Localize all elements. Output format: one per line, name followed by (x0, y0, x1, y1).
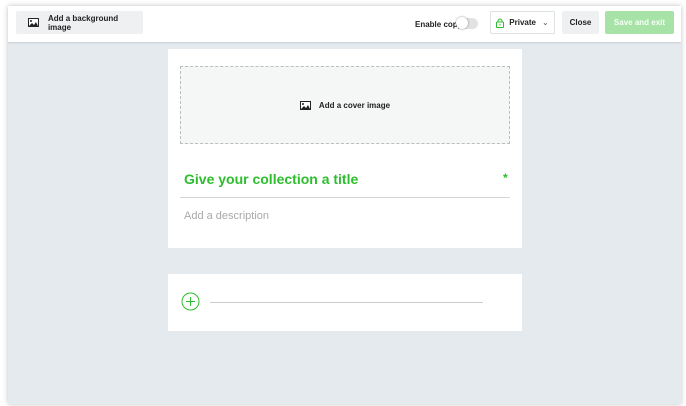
add-cover-image-dropzone[interactable]: Add a cover image (180, 66, 510, 144)
collection-title-input[interactable]: Give your collection a title (184, 171, 504, 187)
image-icon (28, 18, 39, 27)
collection-items-card (168, 274, 522, 331)
title-divider (180, 197, 510, 198)
add-cover-image-label: Add a cover image (318, 100, 391, 110)
add-item-divider (210, 302, 483, 303)
editor-window: Add a background image Enable copy Priva… (8, 6, 681, 404)
top-toolbar: Add a background image Enable copy Priva… (8, 6, 681, 42)
close-button[interactable]: Close (562, 11, 599, 34)
privacy-dropdown[interactable]: Private ⌄ (490, 11, 555, 34)
toggle-knob (456, 17, 468, 29)
save-and-exit-button[interactable]: Save and exit (605, 11, 674, 34)
collection-description-input[interactable]: Add a description (184, 210, 269, 222)
add-item-icon[interactable] (181, 292, 200, 311)
chevron-down-icon: ⌄ (541, 18, 549, 27)
add-background-image-button[interactable]: Add a background image (16, 11, 143, 34)
required-marker: * (503, 171, 508, 185)
collection-header-card: Add a cover image Give your collection a… (168, 49, 522, 248)
add-background-image-label: Add a background image (47, 13, 119, 32)
image-icon (299, 100, 311, 110)
enable-copy-toggle[interactable] (456, 17, 478, 29)
lock-icon (496, 18, 505, 28)
privacy-label: Private (509, 18, 536, 27)
